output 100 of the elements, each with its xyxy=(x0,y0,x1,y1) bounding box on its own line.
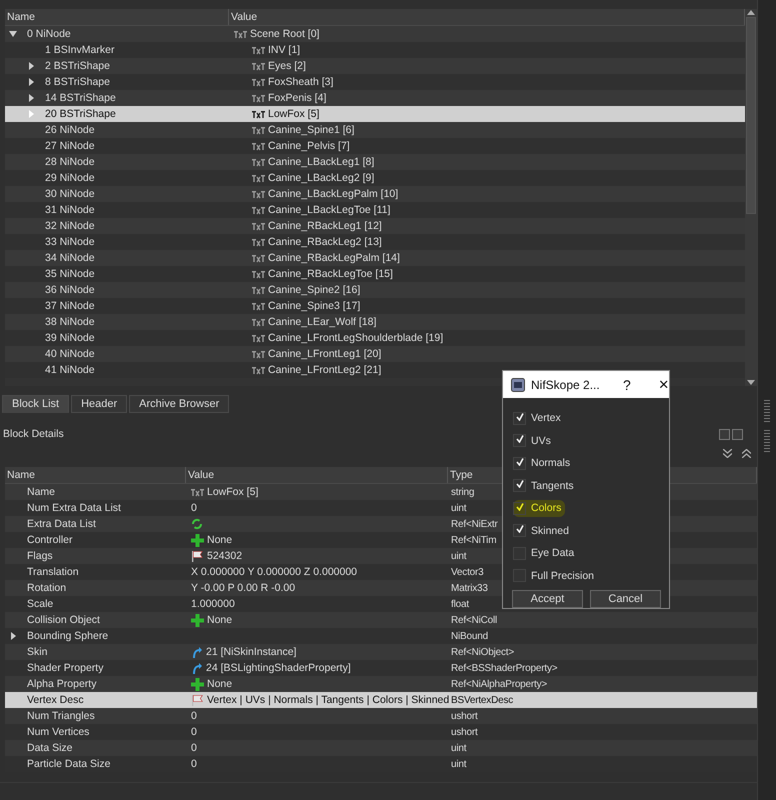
field-name: Shader Property xyxy=(27,662,104,674)
panel-title: Block Details xyxy=(3,428,64,440)
field-type: Vector3 xyxy=(450,566,484,578)
node-name: 1 BSInvMarker xyxy=(45,44,114,56)
node-name: 31 NiNode xyxy=(45,204,95,216)
node-name: 34 NiNode xyxy=(45,252,95,264)
node-name: 26 NiNode xyxy=(45,124,95,136)
field-value: LowFox [5] xyxy=(207,486,258,498)
field-type: uint xyxy=(450,758,466,770)
option-label: Normals xyxy=(531,457,570,470)
field-value: 21 [NiSkinInstance] xyxy=(206,646,296,658)
field-value: 0 xyxy=(191,710,197,722)
field-value: 524302 xyxy=(207,550,242,562)
field-name: Skin xyxy=(27,646,48,658)
node-name: 37 NiNode xyxy=(45,300,95,312)
field-type: uint xyxy=(450,502,466,514)
node-value: Canine_LFrontLeg2 [21] xyxy=(268,364,382,376)
node-value: Eyes [2] xyxy=(268,60,306,72)
node-value: Canine_LBackLegToe [11] xyxy=(268,204,390,216)
node-name: 32 NiNode xyxy=(45,220,95,232)
node-value: INV [1] xyxy=(268,44,300,56)
node-name: 30 NiNode xyxy=(45,188,95,200)
node-name: 35 NiNode xyxy=(45,268,95,280)
node-name: 0 NiNode xyxy=(27,28,71,40)
field-name: Particle Data Size xyxy=(27,758,110,770)
node-value: Canine_Spine3 [17] xyxy=(268,300,360,312)
node-name: 27 NiNode xyxy=(45,140,95,152)
node-value: FoxPenis [4] xyxy=(268,92,326,104)
node-value: Scene Root [0] xyxy=(250,28,320,40)
field-type: Ref<BSShaderProperty> xyxy=(450,662,558,674)
field-value: Vertex | UVs | Normals | Tangents | Colors | Skinned xyxy=(207,694,450,706)
node-name: 39 NiNode xyxy=(45,332,95,344)
field-type: float xyxy=(450,598,469,610)
option-label: UVs xyxy=(531,434,551,447)
field-type: ushort xyxy=(450,710,478,722)
node-value: Canine_Pelvis [7] xyxy=(268,140,350,152)
field-type: BSVertexDesc xyxy=(450,694,514,706)
field-name: Alpha Property xyxy=(27,678,96,690)
field-value: None xyxy=(207,614,232,626)
field-name: Bounding Sphere xyxy=(27,630,108,642)
field-name: Vertex Desc xyxy=(27,694,84,706)
field-type: NiBound xyxy=(450,630,488,642)
field-type: Ref<NiExtr xyxy=(450,518,498,530)
field-name: Controller xyxy=(27,534,73,546)
node-value: Canine_RBackLegToe [15] xyxy=(268,268,393,280)
node-name: 8 BSTriShape xyxy=(45,76,110,88)
field-value: 0 xyxy=(191,742,197,754)
node-value: FoxSheath [3] xyxy=(268,76,334,88)
node-name: 40 NiNode xyxy=(45,348,95,360)
field-name: Scale xyxy=(27,598,54,610)
node-value: Canine_LFrontLeg1 [20] xyxy=(268,348,382,360)
field-type: Ref<NiAlphaProperty> xyxy=(450,678,548,690)
field-name: Name xyxy=(27,486,56,498)
node-value: Canine_RBackLegPalm [14] xyxy=(268,252,400,264)
field-type: Ref<NiTim xyxy=(450,534,496,546)
option-label: Vertex xyxy=(531,412,561,424)
node-value: Canine_LBackLeg2 [9] xyxy=(268,172,374,184)
node-name: 36 NiNode xyxy=(45,284,95,296)
field-value: 24 [BSLightingShaderProperty] xyxy=(206,662,351,674)
option-label: Colors xyxy=(531,502,562,514)
node-name: 28 NiNode xyxy=(45,156,95,168)
node-name: 14 BSTriShape xyxy=(45,92,116,104)
node-value: LowFox [5] xyxy=(268,108,320,120)
node-name: 20 BSTriShape xyxy=(45,108,116,120)
field-name: Collision Object xyxy=(27,614,100,626)
field-name: Rotation xyxy=(27,582,66,594)
option-label: Eye Data xyxy=(531,547,574,560)
field-value: 1.000000 xyxy=(191,598,235,610)
node-name: 33 NiNode xyxy=(45,236,95,248)
node-value: Canine_Spine1 [6] xyxy=(268,124,354,136)
node-value: Canine_LBackLeg1 [8] xyxy=(268,156,374,168)
field-name: Data Size xyxy=(27,742,73,754)
node-value: Canine_LFrontLegShoulderblade [19] xyxy=(268,332,444,344)
node-value: Canine_RBackLeg2 [13] xyxy=(268,236,382,248)
node-value: Canine_LBackLegPalm [10] xyxy=(268,188,398,200)
dialog-title: NifSkope 2... xyxy=(531,378,601,392)
node-name: 41 NiNode xyxy=(45,364,95,376)
field-name: Translation xyxy=(27,566,79,578)
field-type: Ref<NiColl xyxy=(450,614,498,626)
field-value: 0 xyxy=(191,726,197,738)
field-name: Extra Data List xyxy=(27,518,96,530)
node-name: 38 NiNode xyxy=(45,316,95,328)
field-name: Flags xyxy=(27,550,53,562)
field-type: Matrix33 xyxy=(450,582,488,594)
node-value: Canine_Spine2 [16] xyxy=(268,284,360,296)
field-type: uint xyxy=(450,742,466,754)
node-value: Canine_LEar_Wolf [18] xyxy=(268,316,376,328)
field-value: 0 xyxy=(191,758,197,770)
field-name: Num Extra Data List xyxy=(27,502,121,514)
option-label: Full Precision xyxy=(531,570,594,582)
field-value: 0 xyxy=(191,502,197,514)
node-value: Canine_RBackLeg1 [12] xyxy=(268,220,382,232)
field-name: Num Vertices xyxy=(27,726,90,738)
field-type: string xyxy=(450,486,474,498)
field-name: Num Triangles xyxy=(27,710,95,722)
node-name: 2 BSTriShape xyxy=(45,60,110,72)
field-type: Ref<NiObject> xyxy=(450,646,514,658)
node-name: 29 NiNode xyxy=(45,172,95,184)
field-value: None xyxy=(207,534,232,546)
field-value: X 0.000000 Y 0.000000 Z 0.000000 xyxy=(191,566,358,578)
